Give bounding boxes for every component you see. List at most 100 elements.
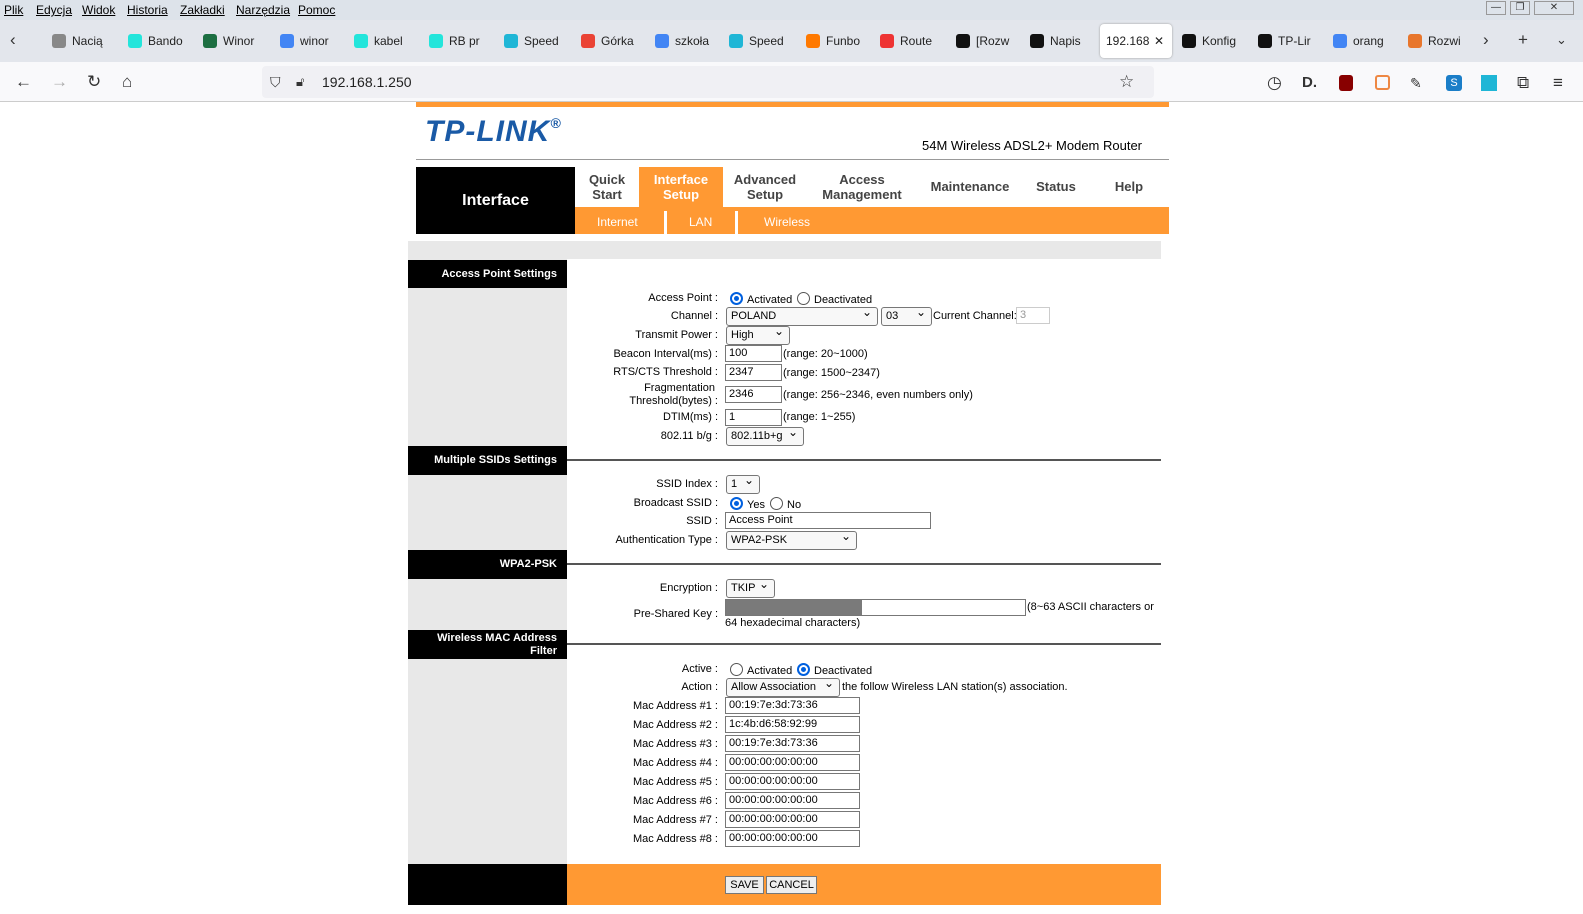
menu-history[interactable]: Historia [127,3,168,17]
speedtest-icon [729,34,743,48]
reload-icon[interactable]: ↻ [87,72,101,92]
speedtest-extension-icon[interactable] [1481,75,1497,91]
cancel-button[interactable]: CANCEL [766,876,817,894]
extension-d-icon[interactable]: D. [1302,73,1317,93]
close-tab-icon[interactable]: ✕ [1154,24,1164,58]
minimize-icon[interactable]: — [1486,1,1506,15]
mac-address-input[interactable]: 00:00:00:00:00:00 [725,773,860,790]
mac-address-input[interactable]: 00:19:7e:3d:73:36 [725,735,860,752]
nav-maintenance[interactable]: Maintenance [917,167,1023,207]
wireless-mode-select[interactable]: 802.11b+g [726,424,804,446]
browser-tab[interactable]: Speed [729,24,791,58]
mac-activated-radio[interactable] [730,663,743,676]
extension-color-icon[interactable] [1375,75,1390,90]
subnav-internet[interactable]: Internet [597,215,638,229]
broadcast-no-radio[interactable] [770,497,783,510]
menu-view[interactable]: Widok [82,3,115,17]
url-text[interactable]: 192.168.1.250 [322,74,412,90]
extension-tool-icon[interactable]: ✎ [1410,73,1422,93]
browser-tab[interactable]: Route [880,24,942,58]
mac-address-input[interactable]: 00:00:00:00:00:00 [725,830,860,847]
ssid-index-select[interactable]: 1 [726,472,760,494]
menu-file[interactable]: Plik [4,3,23,17]
psk-input[interactable] [725,599,1026,616]
mac-address-input[interactable]: 00:00:00:00:00:00 [725,754,860,771]
browser-tab[interactable]: szkoła [655,24,717,58]
tab-list-icon[interactable]: ⌄ [1556,30,1567,50]
save-button[interactable]: SAVE [725,876,764,894]
browser-tab[interactable]: Górka [581,24,643,58]
browser-tab[interactable]: RB pr [429,24,491,58]
beacon-interval-input[interactable]: 100 [725,345,782,362]
browser-tab[interactable]: TP-Lir [1258,24,1320,58]
browser-tab[interactable]: orang [1333,24,1395,58]
current-channel-label: Current Channel: [933,310,1017,322]
ap-activated-radio[interactable] [730,292,743,305]
subnav-wireless[interactable]: Wireless [764,215,810,229]
browser-tab[interactable]: Funbo [806,24,868,58]
mac-action-select[interactable]: Allow Association [726,675,840,697]
home-icon[interactable]: ⌂ [122,72,132,92]
nav-interface-setup[interactable]: Interface Setup [639,167,723,207]
nav-access-management[interactable]: Access Management [807,167,917,207]
mac-address-input[interactable]: 00:19:7e:3d:73:36 [725,697,860,714]
url-bar[interactable]: ⛉ 🔓︎ 192.168.1.250 ☆ [262,66,1154,98]
section-wpa2-psk: WPA2-PSK [408,550,567,579]
ssid-input[interactable]: Access Point [725,512,931,529]
dtim-input[interactable]: 1 [725,409,782,426]
browser-tab[interactable]: Rozwi [1408,24,1470,58]
encryption-select[interactable]: TKIP [726,576,775,598]
menu-help[interactable]: Pomoc [298,3,335,17]
browser-tab[interactable]: Winor [203,24,265,58]
mac-deactivated-radio[interactable] [797,663,810,676]
menu-edit[interactable]: Edycja [36,3,72,17]
ublock-icon[interactable] [1339,75,1353,91]
nav-label: Access [839,172,885,187]
channel-country-select[interactable]: POLAND [726,304,878,326]
ap-deactivated-radio[interactable] [797,292,810,305]
broadcast-yes-radio[interactable] [730,497,743,510]
nav-status[interactable]: Status [1023,167,1089,207]
channel-number-select[interactable]: 03 [881,304,932,326]
forward-icon[interactable]: → [51,72,68,92]
browser-tab[interactable]: Speed [504,24,566,58]
mac-address-input[interactable]: 1c:4b:d6:58:92:99 [725,716,860,733]
transmit-power-select[interactable]: High [726,323,790,345]
nav-advanced-setup[interactable]: Advanced Setup [723,167,807,207]
app-menu-icon[interactable]: ≡ [1553,73,1563,93]
fragmentation-input[interactable]: 2346 [725,386,782,403]
insecure-lock-icon[interactable]: 🔓︎ [296,72,304,92]
new-tab-icon[interactable]: + [1518,30,1528,50]
nav-quick-start[interactable]: Quick Start [575,167,639,207]
browser-tab[interactable]: [Rozw [956,24,1018,58]
shield-icon[interactable]: ⛉ [270,72,281,92]
browser-tab[interactable]: kabel [354,24,416,58]
ap-activated-label: Activated [747,294,793,306]
history-icon[interactable]: ◷ [1267,73,1282,93]
browser-tab[interactable]: Konfig [1182,24,1244,58]
tab-title: Konfig [1202,34,1237,48]
rts-threshold-input[interactable]: 2347 [725,364,782,381]
mac-address-input[interactable]: 00:00:00:00:00:00 [725,792,860,809]
tabs-scroll-left-icon[interactable]: ‹ [10,30,16,50]
browser-tab[interactable]: Napis [1030,24,1092,58]
extensions-puzzle-icon[interactable]: ⧉ [1517,73,1529,93]
extension-s-icon[interactable]: S [1446,75,1462,91]
tabs-scroll-right-icon[interactable]: › [1483,30,1489,50]
browser-tab[interactable]: winor [280,24,342,58]
nav-help[interactable]: Help [1089,167,1169,207]
close-window-icon[interactable]: ✕ [1534,1,1574,15]
restore-icon[interactable]: ❐ [1510,1,1530,15]
olx-icon [354,34,368,48]
back-icon[interactable]: ← [15,72,32,92]
menu-tools[interactable]: Narzędzia [236,3,290,17]
menu-bookmarks[interactable]: Zakładki [180,3,225,17]
browser-tab[interactable]: 192.168 ✕ [1100,24,1172,58]
browser-tab[interactable]: Nacią [52,24,114,58]
bookmark-star-icon[interactable]: ☆ [1119,72,1134,92]
mac-address-input[interactable]: 00:00:00:00:00:00 [725,811,860,828]
nav-label: Management [822,187,902,202]
subnav-lan[interactable]: LAN [689,215,712,229]
browser-tab[interactable]: Bando [128,24,190,58]
auth-type-select[interactable]: WPA2-PSK [726,528,857,550]
